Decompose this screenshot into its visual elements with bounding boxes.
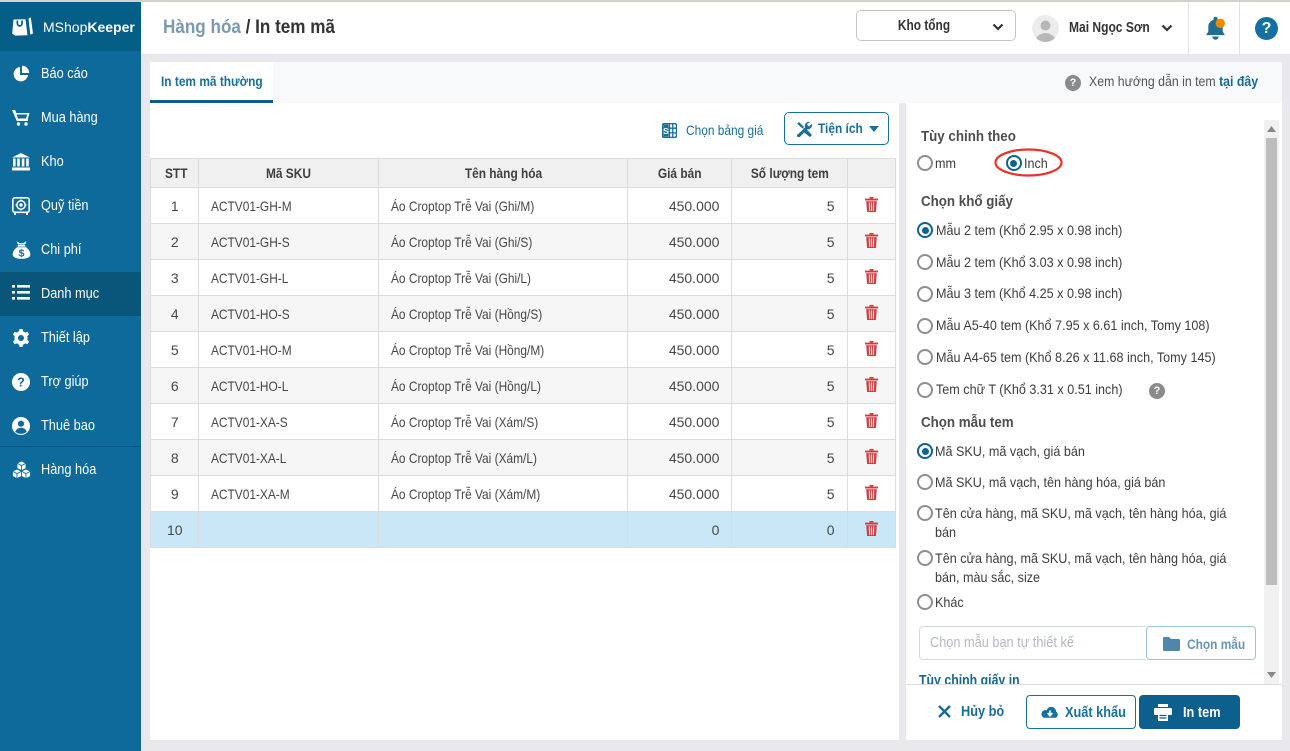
svg-text:$: $ — [19, 247, 25, 259]
svg-text:?: ? — [17, 376, 25, 390]
svg-text:S: S — [663, 126, 669, 136]
